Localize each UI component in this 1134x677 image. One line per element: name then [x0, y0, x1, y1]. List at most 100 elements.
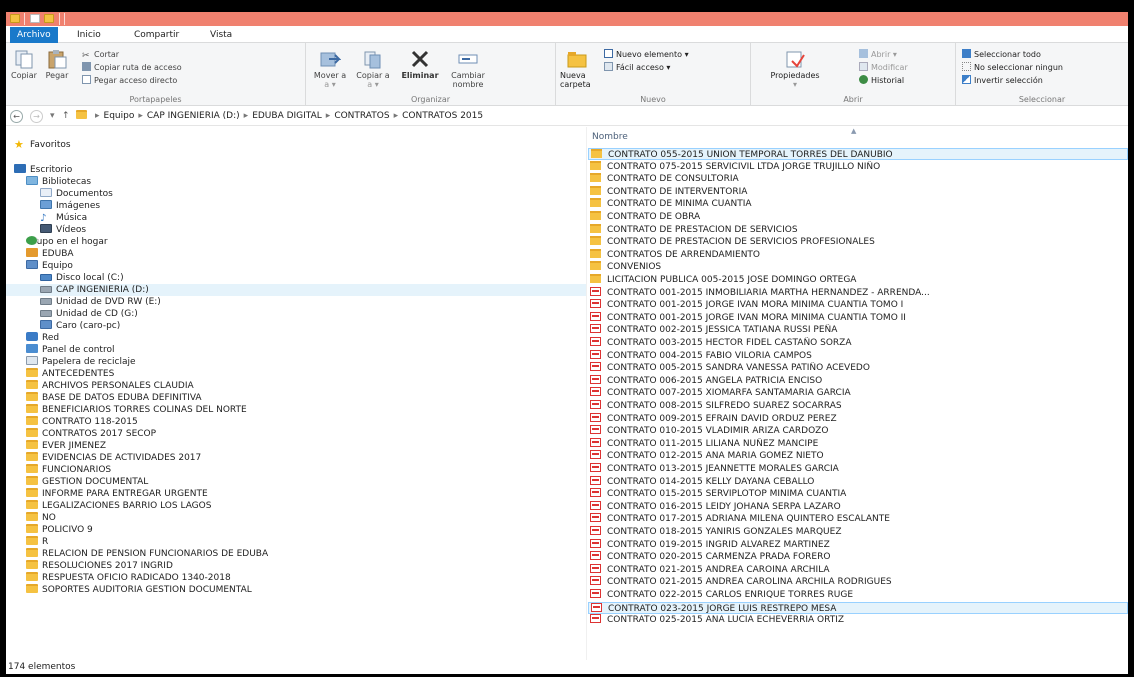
pdf-file-row[interactable]: CONTRATO 003-2015 HECTOR FIDEL CASTAÑO S…: [588, 337, 1128, 349]
history-button[interactable]: Historial: [859, 75, 904, 86]
pdf-file-row[interactable]: CONTRATO 007-2015 XIOMARFA SANTAMARIA GA…: [588, 387, 1128, 399]
folder-row[interactable]: CONTRATO DE INTERVENTORIA: [588, 185, 1128, 198]
pdf-file-row[interactable]: CONTRATO 008-2015 SILFREDO SUAREZ SOCARR…: [588, 400, 1128, 412]
forward-button[interactable]: →: [30, 110, 43, 123]
back-button[interactable]: ←: [10, 110, 23, 123]
pdf-file-row[interactable]: CONTRATO 012-2015 ANA MARIA GOMEZ NIETO: [588, 450, 1128, 462]
folder-row[interactable]: CONTRATO 055-2015 UNION TEMPORAL TORRES …: [588, 148, 1128, 160]
folder-row[interactable]: CONTRATO 075-2015 SERVICIVIL LTDA JORGE …: [588, 160, 1128, 173]
new-item-button[interactable]: Nuevo elemento ▾: [604, 49, 689, 60]
move-to-button[interactable]: Mover aa ▾: [310, 49, 350, 89]
copy-to-button[interactable]: Copiar aa ▾: [354, 49, 392, 89]
column-header-name[interactable]: Nombre: [592, 132, 628, 142]
breadcrumb-item-drive[interactable]: CAP INGENIERIA (D:): [147, 111, 240, 121]
nav-item-folder[interactable]: INFORME PARA ENTREGAR URGENTE: [26, 488, 208, 500]
nav-item-favoritos[interactable]: ★ Favoritos: [14, 139, 71, 151]
breadcrumb-item-equipo[interactable]: Equipo: [104, 111, 135, 121]
pdf-file-row[interactable]: CONTRATO 025-2015 ANA LUCIA ECHEVERRIA O…: [588, 614, 1128, 626]
paste-button[interactable]: Pegar: [42, 49, 72, 80]
nav-item-folder[interactable]: RESOLUCIONES 2017 INGRID: [26, 560, 173, 572]
tab-archivo[interactable]: Archivo: [10, 27, 58, 43]
new-folder-button[interactable]: Nueva carpeta: [560, 49, 600, 89]
nav-item-papelera[interactable]: Papelera de reciclaje: [26, 356, 136, 368]
invert-selection-button[interactable]: Invertir selección: [962, 75, 1043, 86]
nav-item-folder[interactable]: BASE DE DATOS EDUBA DEFINITIVA: [26, 392, 202, 404]
nav-item-grupo-hogar[interactable]: Grupo en el hogar: [26, 236, 108, 248]
tab-inicio[interactable]: Inicio: [70, 28, 108, 42]
nav-item-folder[interactable]: EVIDENCIAS DE ACTIVIDADES 2017: [26, 452, 201, 464]
pdf-file-row[interactable]: CONTRATO 001-2015 JORGE IVAN MORA MINIMA…: [588, 299, 1128, 311]
select-all-button[interactable]: Seleccionar todo: [962, 49, 1041, 60]
nav-item-folder[interactable]: ARCHIVOS PERSONALES CLAUDIA: [26, 380, 194, 392]
pdf-file-row[interactable]: CONTRATO 020-2015 CARMENZA PRADA FORERO: [588, 551, 1128, 563]
pdf-file-row[interactable]: CONTRATO 016-2015 LEIDY JOHANA SERPA LAZ…: [588, 500, 1128, 513]
nav-item-bibliotecas[interactable]: Bibliotecas: [26, 176, 91, 188]
pdf-file-row[interactable]: CONTRATO 010-2015 VLADIMIR ARIZA CARDOZO: [588, 425, 1128, 437]
breadcrumb-item-eduba-digital[interactable]: EDUBA DIGITAL: [252, 111, 322, 121]
nav-item-folder[interactable]: CONTRATO 118-2015: [26, 416, 138, 428]
folder-row[interactable]: CONTRATO DE PRESTACION DE SERVICIOS: [588, 223, 1128, 236]
delete-button[interactable]: Eliminar: [398, 49, 442, 80]
folder-row[interactable]: CONTRATO DE PRESTACION DE SERVICIOS PROF…: [588, 236, 1128, 248]
easy-access-button[interactable]: Fácil acceso ▾: [604, 62, 670, 73]
folder-row[interactable]: CONTRATO DE MINIMA CUANTIA: [588, 198, 1128, 210]
pdf-file-row[interactable]: CONTRATO 001-2015 INMOBILIARIA MARTHA HE…: [588, 286, 1128, 299]
nav-item-folder[interactable]: SOPORTES AUDITORIA GESTION DOCUMENTAL: [26, 584, 252, 596]
recent-locations-button[interactable]: ▾: [50, 110, 55, 123]
properties-button[interactable]: Propiedades ▾: [765, 49, 825, 89]
pdf-file-row[interactable]: CONTRATO 019-2015 INGRID ALVAREZ MARTINE…: [588, 538, 1128, 551]
nav-item-folder[interactable]: BENEFICIARIOS TORRES COLINAS DEL NORTE: [26, 404, 247, 416]
pdf-file-row[interactable]: CONTRATO 015-2015 SERVIPLOTOP MINIMA CUA…: [588, 488, 1128, 500]
breadcrumb-item-contratos-2015[interactable]: CONTRATOS 2015: [402, 111, 483, 121]
pdf-file-row[interactable]: CONTRATO 004-2015 FABIO VILORIA CAMPOS: [588, 349, 1128, 362]
pdf-file-row[interactable]: CONTRATO 021-2015 ANDREA CAROINA ARCHILA: [588, 563, 1128, 576]
pdf-file-row[interactable]: CONTRATO 023-2015 JORGE LUIS RESTREPO ME…: [588, 601, 1128, 614]
nav-item-folder[interactable]: RELACION DE PENSION FUNCIONARIOS DE EDUB…: [26, 548, 268, 560]
nav-item-folder[interactable]: RESPUESTA OFICIO RADICADO 1340-2018: [26, 572, 231, 584]
folder-row[interactable]: CONTRATO DE CONSULTORIA: [588, 173, 1128, 185]
pdf-file-row[interactable]: CONTRATO 018-2015 YANIRIS GONZALES MARQU…: [588, 526, 1128, 538]
nav-item-caro[interactable]: Caro (caro-pc): [40, 320, 120, 332]
copy-button[interactable]: Copiar: [8, 49, 40, 80]
nav-item-folder[interactable]: ANTECEDENTES: [26, 368, 114, 380]
pdf-file-row[interactable]: CONTRATO 002-2015 JESSICA TATIANA RUSSI …: [588, 324, 1128, 336]
nav-item-disco-c[interactable]: Disco local (C:): [40, 272, 124, 284]
nav-item-folder[interactable]: FUNCIONARIOS: [26, 464, 111, 476]
cut-button[interactable]: ✂ Cortar: [82, 49, 119, 61]
breadcrumb-item-contratos[interactable]: CONTRATOS: [334, 111, 389, 121]
pdf-file-row[interactable]: CONTRATO 011-2015 LILIANA NUÑEZ MANCIPE: [588, 437, 1128, 450]
new-folder-icon[interactable]: [44, 14, 54, 23]
nav-item-panel-control[interactable]: Panel de control: [26, 344, 114, 356]
nav-item-videos[interactable]: Vídeos: [40, 224, 86, 236]
nav-item-imagenes[interactable]: Imágenes: [40, 200, 100, 212]
nav-item-equipo[interactable]: Equipo: [26, 260, 73, 272]
nav-item-cd[interactable]: Unidad de CD (G:): [40, 308, 138, 320]
nav-item-eduba[interactable]: EDUBA: [26, 248, 74, 260]
nav-item-folder[interactable]: EVER JIMENEZ: [26, 440, 106, 452]
nav-item-folder[interactable]: NO: [26, 512, 56, 524]
pdf-file-row[interactable]: CONTRATO 001-2015 JORGE IVAN MORA MINIMA…: [588, 311, 1128, 324]
pdf-file-row[interactable]: CONTRATO 022-2015 CARLOS ENRIQUE TORRES …: [588, 589, 1128, 601]
nav-item-folder[interactable]: POLICIVO 9: [26, 524, 93, 536]
nav-item-documentos[interactable]: Documentos: [40, 188, 113, 200]
folder-row[interactable]: CONVENIOS: [588, 261, 1128, 273]
pdf-file-row[interactable]: CONTRATO 006-2015 ANGELA PATRICIA ENCISO: [588, 374, 1128, 387]
select-none-button[interactable]: No seleccionar ningun: [962, 62, 1063, 73]
tab-vista[interactable]: Vista: [203, 28, 239, 42]
folder-row[interactable]: CONTRATO DE OBRA: [588, 211, 1128, 223]
paste-shortcut-button[interactable]: Pegar acceso directo: [82, 75, 177, 86]
pdf-file-row[interactable]: CONTRATO 017-2015 ADRIANA MILENA QUINTER…: [588, 513, 1128, 525]
nav-item-red[interactable]: Red: [26, 332, 59, 344]
pdf-file-row[interactable]: CONTRATO 009-2015 EFRAIN DAVID ORDUZ PER…: [588, 412, 1128, 425]
nav-item-folder[interactable]: CONTRATOS 2017 SECOP: [26, 428, 156, 440]
up-button[interactable]: ↑: [62, 110, 70, 123]
rename-button[interactable]: Cambiar nombre: [446, 49, 490, 89]
nav-item-dvd[interactable]: Unidad de DVD RW (E:): [40, 296, 161, 308]
nav-item-folder[interactable]: R: [26, 536, 48, 548]
nav-item-musica[interactable]: ♪ Música: [40, 212, 87, 224]
tab-compartir[interactable]: Compartir: [127, 28, 186, 42]
copy-path-button[interactable]: Copiar ruta de acceso: [82, 62, 182, 73]
pdf-file-row[interactable]: CONTRATO 005-2015 SANDRA VANESSA PATIÑO …: [588, 362, 1128, 374]
folder-row[interactable]: CONTRATOS DE ARRENDAMIENTO: [588, 248, 1128, 261]
nav-item-cap-ingenieria[interactable]: CAP INGENIERIA (D:): [6, 284, 586, 296]
